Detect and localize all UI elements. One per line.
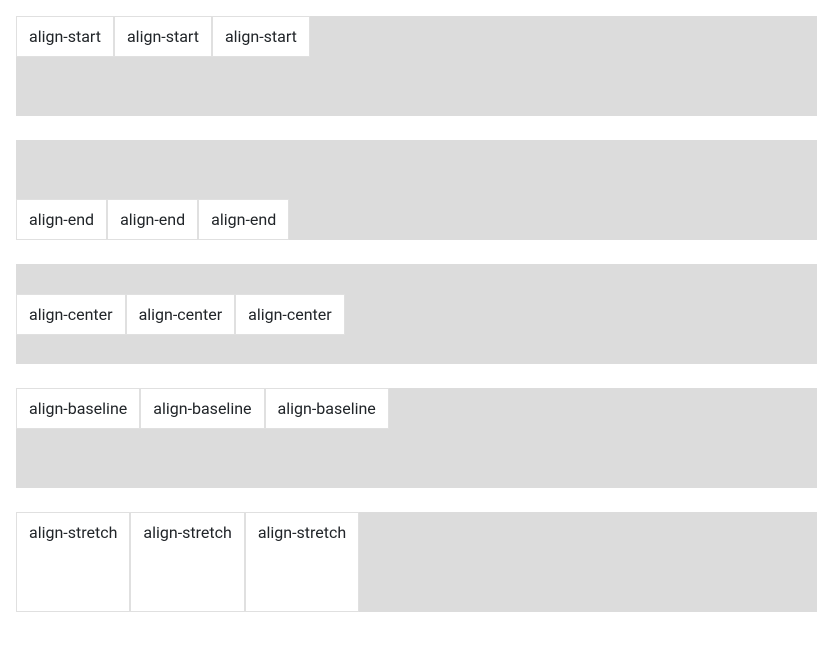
demo-item: align-end [16, 199, 107, 240]
demo-item: align-stretch [130, 512, 244, 612]
align-stretch-row: align-stretch align-stretch align-stretc… [16, 512, 817, 612]
demo-item: align-baseline [140, 388, 264, 429]
demo-item: align-start [16, 16, 114, 57]
demo-item: align-start [114, 16, 212, 57]
demo-item: align-end [198, 199, 289, 240]
demo-item: align-center [16, 294, 126, 335]
align-start-row: align-start align-start align-start [16, 16, 817, 116]
align-end-row: align-end align-end align-end [16, 140, 817, 240]
demo-item: align-stretch [16, 512, 130, 612]
demo-item: align-stretch [245, 512, 359, 612]
demo-item: align-end [107, 199, 198, 240]
demo-item: align-baseline [16, 388, 140, 429]
demo-item: align-start [212, 16, 310, 57]
align-baseline-row: align-baseline align-baseline align-base… [16, 388, 817, 488]
demo-item: align-baseline [265, 388, 389, 429]
align-center-row: align-center align-center align-center [16, 264, 817, 364]
demo-item: align-center [235, 294, 345, 335]
demo-item: align-center [126, 294, 236, 335]
